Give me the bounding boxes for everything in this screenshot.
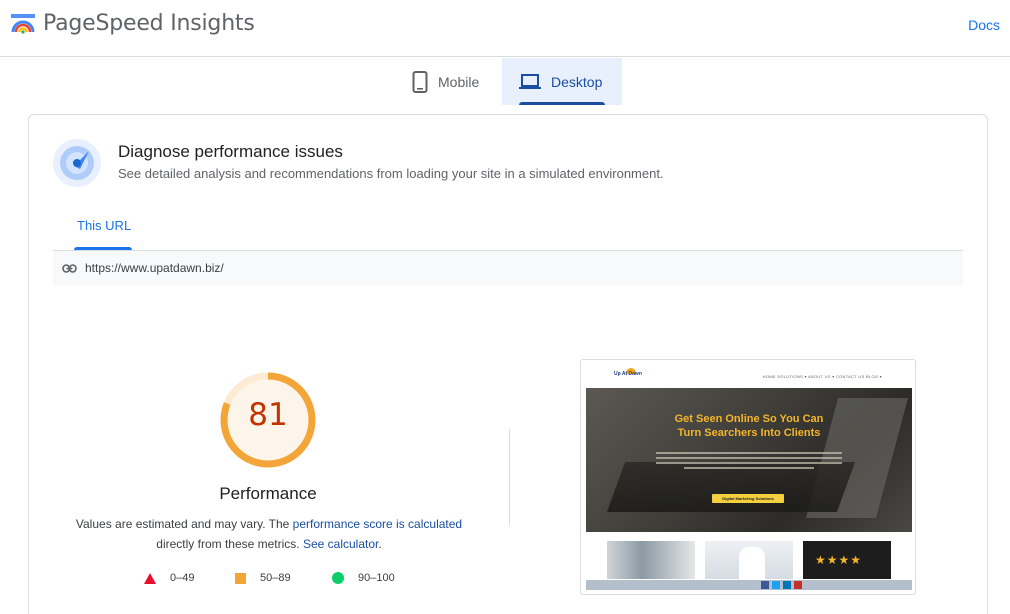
triangle-icon [144,572,156,584]
tab-desktop-label: Desktop [551,73,603,90]
thumbnail-footer [586,580,912,590]
performance-score-link[interactable]: performance score is calculated [293,517,462,531]
tab-mobile[interactable]: Mobile [400,58,502,105]
thumbnail-tile-doctor [705,541,793,579]
legend-pass-range: 90–100 [358,572,395,584]
selected-tab-indicator [519,102,605,105]
top-bar: PageSpeed Insights Docs [0,0,1010,57]
vertical-divider [509,429,510,525]
docs-link[interactable]: Docs [968,17,1000,33]
link-icon [62,263,77,273]
thumbnail-menu: HOME SOLUTIONS ▾ ABOUT US ▾ CONTACT US B… [762,374,882,379]
thumbnail-hero: Get Seen Online So You Can Turn Searcher… [586,388,912,532]
square-icon [235,572,246,584]
tab-mobile-label: Mobile [438,73,480,90]
thumbnail-body-lines [656,452,842,472]
legend-pass: 90–100 [332,572,395,584]
youtube-icon [794,581,802,589]
laptop-icon [519,73,541,90]
diagnose-card: Diagnose performance issues See detailed… [28,114,988,614]
app-title[interactable]: PageSpeed Insights [43,11,255,36]
tab-desktop[interactable]: Desktop [502,58,622,105]
tab-this-url[interactable]: This URL [77,218,131,233]
thumbnail-cta: Digital Marketing Solutions [712,494,784,503]
legend-fail: 0–49 [144,572,194,584]
performance-score: 81 [248,397,288,433]
analyzed-url-bar: https://www.upatdawn.biz/ [53,251,963,285]
legend-fail-range: 0–49 [170,572,195,584]
estimate-note: Values are estimated and may vary. The p… [49,514,489,554]
estimate-suffix: . [378,537,382,551]
performance-label: Performance [219,484,317,503]
thumbnail-logo: Up At Dawn [614,371,642,377]
thumbnail-tile-people [607,541,695,579]
linkedin-icon [783,581,791,589]
thumbnail-tile-stars: ★★★★ [803,541,891,579]
stars-icon: ★★★★ [815,553,863,567]
analyzed-url[interactable]: https://www.upatdawn.biz/ [85,261,224,275]
estimate-middle: directly from these metrics. [156,537,300,551]
thumbnail-nav: Up At Dawn HOME SOLUTIONS ▾ ABOUT US ▾ C… [586,364,912,390]
twitter-icon [772,581,780,589]
thumbnail-headline: Get Seen Online So You Can Turn Searcher… [586,412,912,440]
diagnose-title: Diagnose performance issues [118,142,343,161]
see-calculator-link[interactable]: See calculator [303,537,378,551]
pagespeed-logo-icon[interactable] [10,12,36,36]
legend-average: 50–89 [235,572,291,584]
smartphone-icon [412,70,428,93]
thumbnail-tiles: ★★★★ [607,541,893,579]
diagnose-subtitle: See detailed analysis and recommendation… [118,166,664,181]
legend-average-range: 50–89 [260,572,291,584]
diagnose-gauge-icon [53,139,101,187]
page-screenshot-thumbnail[interactable]: Up At Dawn HOME SOLUTIONS ▾ ABOUT US ▾ C… [580,359,916,595]
thumbnail-headline-text: Get Seen Online So You Can Turn Searcher… [674,413,824,439]
facebook-icon [761,581,769,589]
estimate-prefix: Values are estimated and may vary. The [75,517,293,531]
circle-icon [332,572,344,584]
